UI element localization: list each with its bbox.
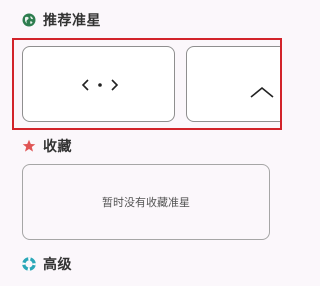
favorites-section-header: 收藏 (22, 136, 72, 156)
reticle-card-caret[interactable] (186, 46, 280, 122)
advanced-section-header: 高级 (22, 254, 72, 274)
globe-icon (22, 13, 36, 27)
favorites-empty-text: 暂时没有收藏准星 (102, 196, 190, 209)
star-icon (22, 139, 36, 153)
recommended-section-header: 推荐准星 (22, 10, 101, 30)
lifebuoy-icon (22, 257, 36, 271)
favorites-empty-state: 暂时没有收藏准星 (22, 164, 270, 240)
dot-chevrons-reticle-icon (81, 79, 119, 91)
caret-reticle-icon (250, 86, 274, 98)
favorites-section-title: 收藏 (43, 139, 72, 155)
reticle-card-dot-chevrons[interactable] (22, 46, 175, 122)
recommended-section-title: 推荐准星 (43, 13, 101, 29)
recommended-reticle-carousel[interactable] (12, 38, 282, 130)
advanced-section-title: 高级 (43, 257, 72, 273)
